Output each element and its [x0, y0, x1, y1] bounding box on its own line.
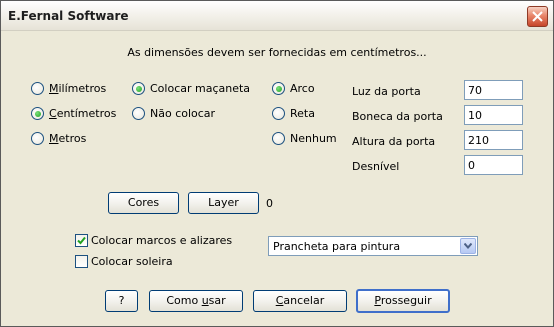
radio-straight-label: Reta [290, 107, 315, 120]
door-jamb-input[interactable] [464, 105, 523, 125]
how-to-use-button[interactable]: Como usar [149, 290, 243, 312]
radio-centimeters-label: Centímetros [49, 107, 117, 120]
radio-arch-label: Arco [290, 82, 315, 95]
title-bar[interactable]: E.Fernal Software [1, 1, 553, 31]
radio-button[interactable] [272, 132, 285, 145]
window-title: E.Fernal Software [8, 9, 129, 23]
checkmark-icon [77, 236, 86, 245]
radio-button[interactable] [272, 82, 285, 95]
layer-select[interactable]: Prancheta para pintura [268, 236, 478, 256]
checkbox-threshold-label: Colocar soleira [91, 255, 173, 268]
door-width-input[interactable] [464, 80, 523, 100]
radio-none-label: Nenhum [290, 132, 337, 145]
chevron-down-icon [464, 243, 472, 249]
close-icon [532, 11, 543, 22]
radio-button[interactable] [31, 107, 44, 120]
colors-button[interactable]: Cores [108, 192, 179, 214]
cancel-button[interactable]: Cancelar [253, 290, 347, 312]
level-difference-label: Desnível [352, 160, 400, 173]
radio-millimeters-label: Milímetros [49, 82, 107, 95]
radio-button[interactable] [272, 107, 285, 120]
radio-no-handle-label: Não colocar [150, 107, 216, 120]
checkbox-box[interactable] [75, 234, 88, 247]
close-button[interactable] [527, 6, 548, 27]
info-text: As dimensões devem ser fornecidas em cen… [127, 46, 427, 59]
door-width-label: Luz da porta [352, 85, 421, 98]
checkbox-box[interactable] [75, 255, 88, 268]
level-difference-input[interactable] [464, 155, 523, 175]
dialog-window: E.Fernal Software As dimensões devem ser… [0, 0, 554, 327]
door-height-input[interactable] [464, 130, 523, 150]
help-button[interactable]: ? [105, 290, 138, 312]
radio-button[interactable] [132, 82, 145, 95]
layer-value: 0 [266, 197, 273, 210]
radio-place-handle-label: Colocar maçaneta [150, 82, 251, 95]
layer-button[interactable]: Layer [188, 192, 259, 214]
checkbox-frames-label: Colocar marcos e alizares [91, 234, 233, 247]
radio-button[interactable] [132, 107, 145, 120]
door-jamb-label: Boneca da porta [352, 110, 443, 123]
proceed-button[interactable]: Prosseguir [356, 289, 450, 313]
dropdown-button[interactable] [460, 238, 476, 254]
door-height-label: Altura da porta [352, 135, 436, 148]
radio-button[interactable] [31, 82, 44, 95]
layer-select-value: Prancheta para pintura [273, 240, 401, 253]
radio-button[interactable] [31, 132, 44, 145]
radio-meters-label: Metros [49, 132, 87, 145]
